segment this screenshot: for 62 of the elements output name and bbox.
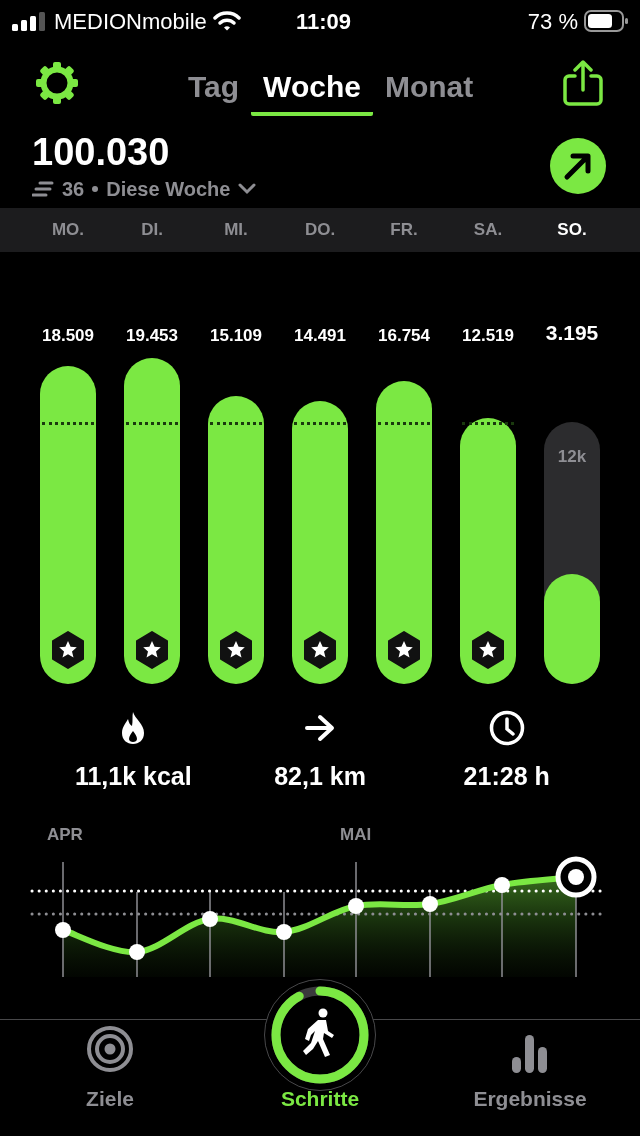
data-point [55, 922, 71, 938]
period-tab[interactable]: Tag [176, 60, 252, 116]
goal-line [462, 422, 514, 425]
lines-icon [32, 181, 54, 197]
entry-count: 36 [62, 177, 85, 202]
weekday-tab[interactable]: SA. [446, 208, 530, 252]
arrow-up-right-icon [563, 151, 593, 181]
weekday-tab[interactable]: DO. [278, 208, 362, 252]
carrier-name: MEDIONmobile [54, 7, 207, 36]
battery-icon [584, 10, 628, 32]
trend-arrow-button[interactable] [550, 138, 606, 194]
nav-tab[interactable]: Ergebnisse [420, 1032, 640, 1114]
data-point [348, 898, 364, 914]
day-step-count: 18.509 [42, 324, 94, 347]
goal-line [378, 422, 430, 425]
share-icon [561, 60, 605, 106]
day-step-count: 16.754 [378, 324, 430, 347]
day-step-count: 12.519 [462, 324, 514, 347]
arrow-right-icon [304, 713, 336, 743]
day-step-count: 3.195 [545, 319, 599, 346]
day-step-count: 19.453 [126, 324, 178, 347]
battery-percent: 73 % [527, 7, 578, 36]
stat-value: 82,1 km [274, 761, 366, 792]
goal-line [294, 422, 346, 425]
month-label: MAI [340, 824, 372, 846]
nav-tab[interactable]: Schritte [220, 978, 420, 1114]
weekday-tab[interactable]: MO. [26, 208, 110, 252]
goal-line [210, 422, 262, 425]
share-button[interactable] [560, 60, 606, 106]
chevron-down-icon [238, 183, 257, 195]
goal-line [42, 422, 94, 425]
day-step-count: 15.109 [210, 324, 262, 347]
weekday-tab[interactable]: SO. [530, 208, 614, 252]
weekday-tab[interactable]: FR. [362, 208, 446, 252]
month-label: APR [47, 824, 83, 846]
flame-icon [120, 711, 147, 745]
data-point [494, 877, 510, 893]
settings-icon [35, 61, 79, 105]
settings-button[interactable] [34, 60, 80, 106]
weekday-tab[interactable]: MI. [194, 208, 278, 252]
stat-value: 11,1k kcal [74, 761, 192, 792]
bar-chart-icon [510, 1032, 550, 1073]
period-tab[interactable]: Woche [251, 60, 373, 116]
day-step-count: 14.491 [294, 324, 346, 347]
clock-time: 11:09 [296, 7, 352, 36]
signal-icon [12, 11, 48, 31]
total-steps: 100.030 [32, 130, 257, 174]
data-point [202, 911, 218, 927]
period-dropdown[interactable]: Diese Woche [106, 174, 257, 204]
data-point [422, 896, 438, 912]
current-point [555, 856, 597, 898]
stat-value: 21:28 h [463, 761, 550, 792]
data-point [129, 944, 145, 960]
goal-line [126, 422, 178, 425]
wifi-icon [212, 11, 241, 31]
nav-tab[interactable]: Ziele [0, 1024, 220, 1114]
target-icon [86, 1024, 134, 1073]
weekday-tab[interactable]: DI. [110, 208, 194, 252]
period-tab[interactable]: Monat [372, 60, 486, 116]
clock-icon [488, 710, 525, 746]
goal-label: 12k [556, 446, 588, 468]
data-point [276, 924, 292, 940]
